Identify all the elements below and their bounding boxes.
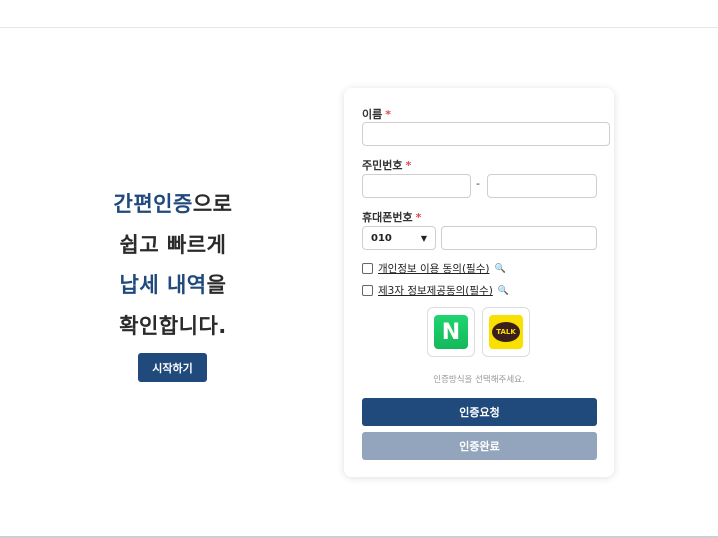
auth-form-card: 이름 * 주민번호 * - 휴대폰번호 * 010 ▼ 개인정보 이용 동의(필수) … <box>344 88 614 477</box>
start-button[interactable]: 시작하기 <box>138 353 207 382</box>
search-icon[interactable]: 🔍 <box>494 264 505 274</box>
name-input[interactable] <box>362 122 610 146</box>
phone-number-input[interactable] <box>441 226 597 250</box>
ssn-front-input[interactable] <box>362 174 471 198</box>
kakao-talk-bubble: TALK <box>492 322 520 342</box>
header-divider <box>0 27 718 28</box>
hero-text: 간편인증으로 쉽고 빠르게 납세 내역을 확인합니다. <box>60 186 286 348</box>
agree-thirdparty-checkbox[interactable] <box>362 285 373 296</box>
request-auth-button[interactable]: 인증요청 <box>362 398 597 426</box>
phone-prefix-select[interactable]: 010 ▼ <box>362 226 436 250</box>
kakao-auth-button[interactable]: TALK <box>482 307 530 357</box>
kakao-logo-icon: TALK <box>489 315 523 349</box>
agree-privacy-row[interactable]: 개인정보 이용 동의(필수) 🔍 <box>362 261 506 276</box>
ssn-label: 주민번호 * <box>362 159 412 172</box>
naver-auth-button[interactable]: N <box>427 307 475 357</box>
chevron-down-icon: ▼ <box>420 233 427 243</box>
complete-auth-button[interactable]: 인증완료 <box>362 432 597 460</box>
agree-privacy-checkbox[interactable] <box>362 263 373 274</box>
auth-method-hint: 인증방식을 선택해주세요. <box>433 375 525 385</box>
ssn-dash: - <box>476 177 480 190</box>
hero-line-1: 간편인증으로 <box>113 192 233 216</box>
search-icon[interactable]: 🔍 <box>498 286 509 296</box>
agree-thirdparty-row[interactable]: 제3자 정보제공동의(필수) 🔍 <box>362 283 509 298</box>
agree-thirdparty-link[interactable]: 제3자 정보제공동의(필수) <box>378 283 493 298</box>
naver-logo-icon: N <box>434 315 468 349</box>
hero-line-4: 확인합니다. <box>119 313 227 338</box>
ssn-back-input[interactable] <box>487 174 597 198</box>
hero-line-2: 쉽고 빠르게 <box>119 232 227 257</box>
hero-line-3: 납세 내역을 <box>119 273 227 297</box>
phone-label: 휴대폰번호 * <box>362 211 422 224</box>
agree-privacy-link[interactable]: 개인정보 이용 동의(필수) <box>378 261 489 276</box>
name-label: 이름 * <box>362 108 392 121</box>
